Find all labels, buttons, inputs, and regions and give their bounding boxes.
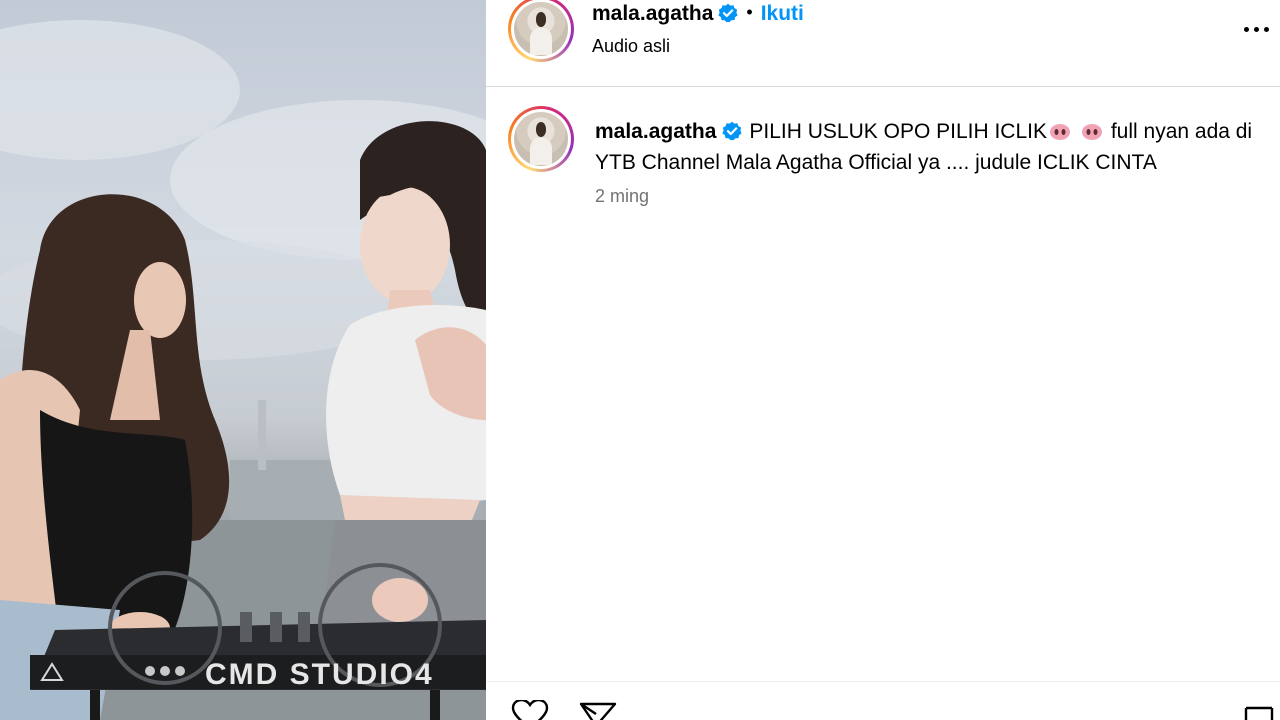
avatar-image <box>514 112 568 166</box>
post-header: mala.agatha • Ikuti <box>592 2 804 26</box>
post-caption: mala.agatha PILIH USLUK OPO PILIH ICLIK … <box>595 116 1265 178</box>
post-media[interactable]: CMD STUDIO4 <box>0 0 486 720</box>
device-label: CMD STUDIO4 <box>205 658 434 691</box>
more-options-icon[interactable] <box>1242 14 1272 44</box>
follow-button[interactable]: Ikuti <box>761 2 804 25</box>
bookmark-icon[interactable] <box>1242 700 1276 720</box>
header-divider <box>486 86 1280 87</box>
media-illustration: CMD STUDIO4 <box>0 20 486 720</box>
author-username[interactable]: mala.agatha <box>592 2 713 25</box>
author-avatar[interactable] <box>508 0 574 62</box>
caption-author-avatar[interactable] <box>508 106 574 172</box>
audio-label[interactable]: Audio asli <box>592 36 670 57</box>
post-sidebar: mala.agatha • Ikuti Audio asli mala.agath… <box>486 0 1280 720</box>
post-timestamp[interactable]: 2 ming <box>595 186 649 207</box>
heart-icon[interactable] <box>510 700 550 720</box>
caption-username[interactable]: mala.agatha <box>595 120 716 143</box>
pig-nose-emoji-icon <box>1082 124 1102 140</box>
actions-divider <box>486 681 1280 682</box>
verified-badge-icon <box>718 3 738 23</box>
pig-nose-emoji-icon <box>1050 124 1070 140</box>
verified-badge-icon <box>722 121 742 141</box>
separator-dot: • <box>746 2 753 22</box>
share-icon[interactable] <box>578 700 618 720</box>
avatar-image <box>514 2 568 56</box>
caption-text-part1: PILIH USLUK OPO PILIH ICLIK <box>749 120 1047 143</box>
